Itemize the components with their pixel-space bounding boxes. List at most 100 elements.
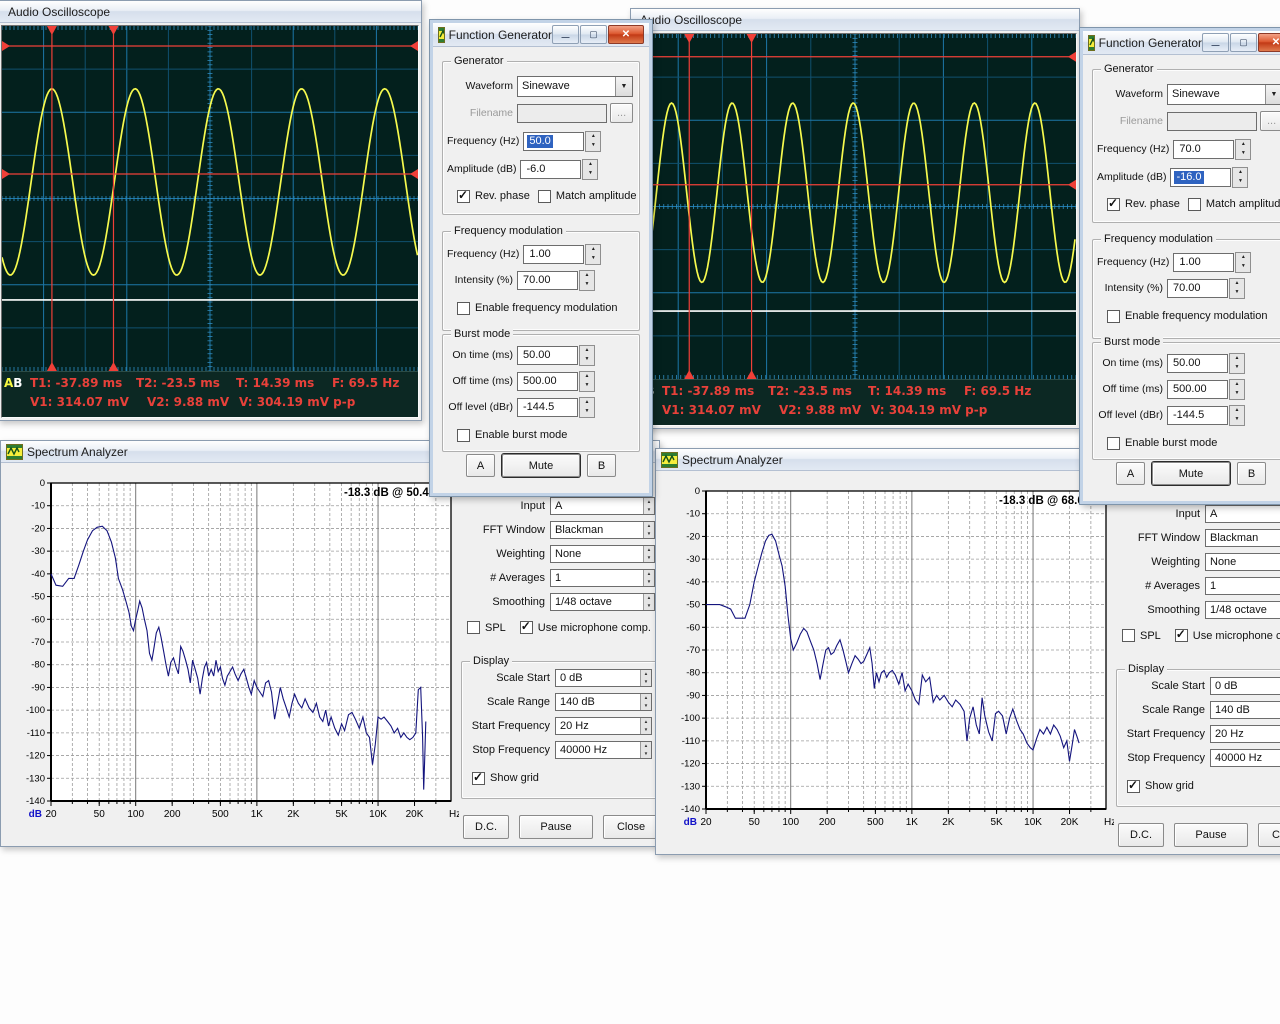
svg-text:-120: -120 (26, 751, 45, 762)
on-time-field[interactable]: 50.00 (1167, 354, 1228, 373)
channel-a-button[interactable]: A (1116, 462, 1145, 485)
svg-text:2K: 2K (942, 817, 955, 828)
pause-button[interactable]: Pause (519, 815, 593, 839)
on-time-spinner[interactable] (1229, 353, 1245, 374)
oscilloscope-titlebar[interactable]: Audio Oscilloscope (0, 1, 421, 23)
chevron-down-icon[interactable]: ▼ (1265, 85, 1280, 104)
chevron-down-icon[interactable]: ▼ (615, 77, 632, 96)
fm-frequency-field[interactable]: 1.00 (1173, 253, 1234, 272)
close-button[interactable]: Close (603, 815, 659, 839)
match-amplitude-checkbox[interactable] (1188, 198, 1201, 211)
spinner-icon[interactable] (643, 522, 654, 538)
channel-a-button[interactable]: A (466, 454, 495, 477)
frequency-field[interactable]: 70.0 (1173, 140, 1234, 159)
rev-phase-checkbox[interactable] (457, 190, 470, 203)
spinner-icon[interactable] (640, 718, 651, 734)
close-icon[interactable] (1258, 33, 1280, 52)
off-time-spinner[interactable] (579, 371, 595, 392)
off-level-spinner[interactable] (1229, 405, 1245, 426)
weighting-select[interactable]: None (1205, 553, 1280, 571)
minimize-button[interactable] (552, 25, 579, 44)
fm-frequency-spinner[interactable] (585, 244, 601, 265)
smoothing-select[interactable]: 1/48 octave (1205, 601, 1280, 619)
match-amplitude-checkbox[interactable] (538, 190, 551, 203)
stop-frequency-select[interactable]: 40000 Hz (555, 741, 652, 759)
spinner-icon[interactable] (640, 694, 651, 710)
maximize-button[interactable] (1230, 33, 1257, 52)
function-generator-titlebar[interactable]: Function Generator (1083, 31, 1280, 55)
scale-start-select[interactable]: 0 dB (1210, 677, 1280, 695)
show-grid-checkbox[interactable] (472, 772, 485, 785)
close-button[interactable]: Close (1258, 823, 1280, 847)
off-level-spinner[interactable] (579, 397, 595, 418)
frequency-field[interactable]: 50.0 (523, 132, 584, 151)
off-time-field[interactable]: 500.00 (517, 372, 578, 391)
function-generator-titlebar[interactable]: Function Generator (433, 23, 649, 47)
mute-button[interactable]: Mute (502, 454, 580, 477)
fft-window-select[interactable]: Blackman (1205, 529, 1280, 547)
intensity-spinner[interactable] (579, 270, 595, 291)
amplitude-spinner[interactable] (1232, 167, 1248, 188)
scope-display[interactable] (634, 34, 1076, 379)
spinner-icon[interactable] (643, 498, 654, 514)
enable-fm-checkbox[interactable] (1107, 310, 1120, 323)
scale-start-select[interactable]: 0 dB (555, 669, 652, 687)
intensity-spinner[interactable] (1229, 278, 1245, 299)
channel-b-button[interactable]: B (587, 454, 616, 477)
waveform-select[interactable]: Sinewave ▼ (517, 76, 633, 97)
minimize-button[interactable] (1202, 33, 1229, 52)
fft-window-select[interactable]: Blackman (550, 521, 655, 539)
scope-display[interactable] (2, 26, 418, 371)
spinner-icon[interactable] (643, 546, 654, 562)
pause-button[interactable]: Pause (1174, 823, 1248, 847)
dc-button[interactable]: D.C. (463, 815, 509, 839)
spinner-icon[interactable] (640, 670, 651, 686)
input-select[interactable]: A (550, 497, 655, 515)
fm-frequency-spinner[interactable] (1235, 252, 1251, 273)
stop-frequency-select[interactable]: 40000 Hz (1210, 749, 1280, 767)
weighting-select[interactable]: None (550, 545, 655, 563)
enable-burst-checkbox[interactable] (1107, 437, 1120, 450)
channel-b-button[interactable]: B (1237, 462, 1266, 485)
close-icon[interactable] (608, 25, 644, 44)
mic-comp-checkbox[interactable] (1175, 629, 1188, 642)
off-level-field[interactable]: -144.5 (1167, 406, 1228, 425)
svg-text:50: 50 (749, 817, 761, 828)
rev-phase-checkbox[interactable] (1107, 198, 1120, 211)
scale-range-select[interactable]: 140 dB (555, 693, 652, 711)
enable-fm-checkbox[interactable] (457, 302, 470, 315)
intensity-field[interactable]: 70.00 (517, 271, 578, 290)
off-time-spinner[interactable] (1229, 379, 1245, 400)
dc-button[interactable]: D.C. (1118, 823, 1164, 847)
amplitude-field[interactable]: -6.0 (520, 160, 581, 179)
enable-burst-checkbox[interactable] (457, 429, 470, 442)
spl-checkbox[interactable] (1122, 629, 1135, 642)
on-time-field[interactable]: 50.00 (517, 346, 578, 365)
off-level-field[interactable]: -144.5 (517, 398, 578, 417)
spinner-icon[interactable] (643, 594, 654, 610)
input-select[interactable]: A (1205, 505, 1280, 523)
on-time-spinner[interactable] (579, 345, 595, 366)
oscilloscope-titlebar[interactable]: Audio Oscilloscope (631, 9, 1079, 31)
spinner-icon[interactable] (643, 570, 654, 586)
waveform-select[interactable]: Sinewave ▼ (1167, 84, 1280, 105)
amplitude-spinner[interactable] (582, 159, 598, 180)
spl-checkbox[interactable] (467, 621, 480, 634)
spinner-icon[interactable] (640, 742, 651, 758)
start-frequency-select[interactable]: 20 Hz (1210, 725, 1280, 743)
fm-frequency-field[interactable]: 1.00 (523, 245, 584, 264)
frequency-spinner[interactable] (1235, 139, 1251, 160)
maximize-button[interactable] (580, 25, 607, 44)
frequency-spinner[interactable] (585, 131, 601, 152)
show-grid-checkbox[interactable] (1127, 780, 1140, 793)
intensity-field[interactable]: 70.00 (1167, 279, 1228, 298)
mute-button[interactable]: Mute (1152, 462, 1230, 485)
amplitude-field[interactable]: -16.0 (1170, 168, 1231, 187)
start-frequency-select[interactable]: 20 Hz (555, 717, 652, 735)
smoothing-select[interactable]: 1/48 octave (550, 593, 655, 611)
scale-range-select[interactable]: 140 dB (1210, 701, 1280, 719)
averages-field[interactable]: 1 (1205, 577, 1280, 595)
off-time-field[interactable]: 500.00 (1167, 380, 1228, 399)
mic-comp-checkbox[interactable] (520, 621, 533, 634)
averages-field[interactable]: 1 (550, 569, 655, 587)
